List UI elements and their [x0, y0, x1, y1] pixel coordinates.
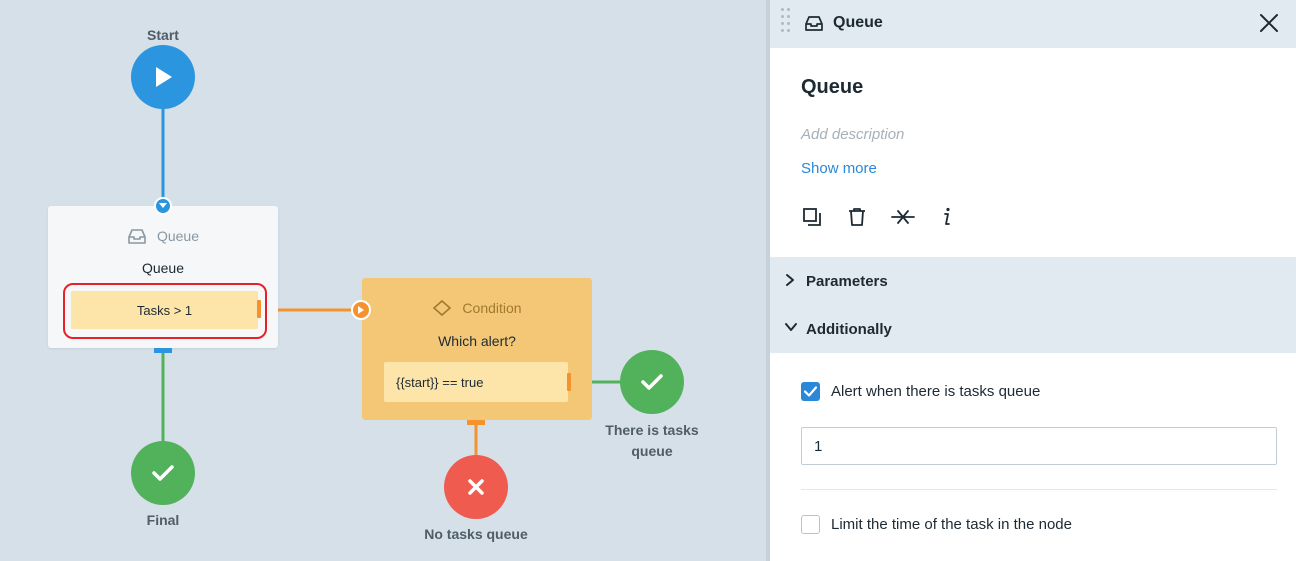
queue-rule[interactable]: Tasks > 1: [71, 291, 261, 329]
disconnect-icon[interactable]: [891, 206, 915, 228]
diamond-icon: [433, 299, 452, 317]
no-tasks-label: No tasks queue: [424, 526, 528, 542]
condition-node-type: Condition: [462, 300, 522, 316]
no-tasks-node[interactable]: [444, 455, 508, 519]
info-icon[interactable]: [936, 206, 958, 228]
panel-header-title: Queue: [833, 14, 883, 31]
queue-node-type: Queue: [156, 228, 200, 244]
tasks-queue-node[interactable]: [620, 350, 684, 414]
condition-out-port[interactable]: [467, 420, 485, 425]
close-icon[interactable]: [1258, 12, 1280, 34]
queue-rule-text: Tasks > 1: [136, 302, 193, 318]
chevron-down-icon: [159, 203, 167, 208]
final-label: Final: [146, 512, 180, 528]
condition-rule[interactable]: {{start}} == true: [384, 362, 571, 402]
inbox-icon: [805, 16, 823, 31]
alert-threshold-input[interactable]: [801, 427, 1277, 465]
condition-in-port[interactable]: [351, 300, 371, 320]
final-node[interactable]: [131, 441, 195, 505]
limit-option: Limit the time of the task in the node: [801, 515, 1072, 534]
limit-checkbox[interactable]: [801, 515, 820, 534]
trash-icon[interactable]: [846, 206, 868, 228]
copy-icon[interactable]: [801, 206, 823, 228]
queue-out-port[interactable]: [154, 348, 172, 353]
alert-option: Alert when there is tasks queue: [801, 382, 1040, 401]
section-additionally-label: Additionally: [806, 320, 892, 338]
queue-node-title: Queue: [141, 260, 185, 276]
workflow-canvas[interactable]: Start Queue Queue Tasks > 1 Final Condit…: [0, 0, 766, 561]
check-icon: [152, 465, 174, 481]
x-icon: [468, 479, 484, 495]
node-name[interactable]: Queue: [801, 76, 863, 99]
chevron-down-icon: [785, 323, 797, 331]
play-icon: [156, 67, 172, 87]
start-label: Start: [147, 27, 179, 43]
alert-label: Alert when there is tasks queue: [831, 383, 1041, 400]
panel-header: Queue: [770, 0, 1296, 48]
limit-label: Limit the time of the task in the node: [831, 516, 1072, 533]
rule-port[interactable]: [567, 373, 571, 391]
inbox-icon: [128, 229, 146, 244]
divider: [801, 489, 1277, 490]
show-more-link[interactable]: Show more: [801, 160, 877, 177]
tasks-queue-label: There is tasks queue: [605, 422, 699, 459]
check-icon: [641, 374, 663, 390]
alert-checkbox[interactable]: [801, 382, 820, 401]
properties-panel: Queue Queue Add description Show more Pa…: [766, 0, 1296, 561]
queue-in-port[interactable]: [154, 197, 172, 215]
rule-port[interactable]: [257, 300, 261, 318]
node-toolbar: [801, 206, 958, 228]
chevron-right-icon: [358, 306, 364, 314]
start-node[interactable]: [131, 45, 195, 109]
queue-node-header: Queue: [48, 227, 278, 245]
condition-node-header: Condition: [362, 299, 592, 317]
condition-rule-text: {{start}} == true: [396, 374, 484, 390]
condition-node-title: Which alert?: [438, 333, 516, 349]
chevron-right-icon: [786, 274, 794, 286]
section-parameters-label: Parameters: [806, 272, 888, 290]
section-parameters[interactable]: Parameters: [770, 257, 1296, 305]
description-field[interactable]: Add description: [801, 126, 904, 143]
drag-handle[interactable]: [781, 8, 791, 38]
section-additionally[interactable]: Additionally: [770, 305, 1296, 353]
check-icon: [804, 386, 817, 397]
